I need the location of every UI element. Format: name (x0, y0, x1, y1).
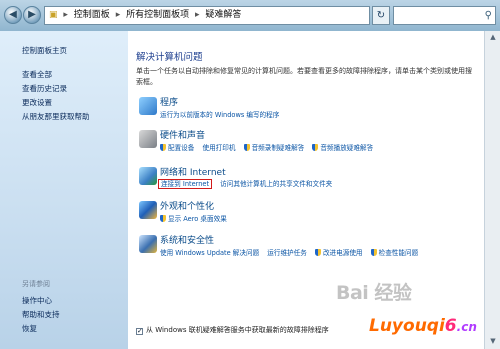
category-system-links: 使用 Windows Update 解决问题 运行维护任务 改进电源使用 检查性… (160, 247, 424, 257)
breadcrumb-all-items[interactable]: 所有控制面板项 (126, 10, 189, 20)
shield-icon (312, 144, 319, 151)
shield-icon (314, 249, 321, 256)
category-hardware-links: 配置设备 使用打印机 音频录制疑难解答 音频播放疑难解答 (160, 142, 379, 152)
sidebar-home-link[interactable]: 控制面板主页 (22, 45, 67, 56)
category-programs-title[interactable]: 程序 (160, 95, 178, 108)
online-troubleshooting-option: ✓ 从 Windows 联机疑难解答服务中获取最新的故障排除程序 (136, 325, 329, 335)
breadcrumb-separator-icon: ▸ (63, 10, 68, 20)
shield-icon (160, 144, 166, 151)
shield-icon (243, 144, 250, 151)
back-button[interactable]: ◀ (4, 6, 22, 24)
link-run-old-programs[interactable]: 运行为以前版本的 Windows 编写的程序 (160, 111, 279, 119)
address-bar-area: ◀ ▶ ▣ ▸ 控制面板 ▸ 所有控制面板项 ▸ 疑难解答 ↻ ⚲ (0, 0, 500, 31)
category-appearance-title[interactable]: 外观和个性化 (160, 199, 214, 212)
link-configure-device[interactable]: 配置设备 (160, 144, 194, 152)
category-system-title[interactable]: 系统和安全性 (160, 233, 214, 246)
forward-button[interactable]: ▶ (23, 6, 41, 24)
sidebar-item-action-center[interactable]: 操作中心 (22, 295, 52, 306)
page-title: 解决计算机问题 (136, 52, 203, 63)
link-audio-recording[interactable]: 音频录制疑难解答 (243, 144, 304, 152)
link-power[interactable]: 改进电源使用 (314, 249, 363, 257)
refresh-button[interactable]: ↻ (372, 6, 390, 25)
link-windows-update[interactable]: 使用 Windows Update 解决问题 (160, 249, 259, 257)
search-icon[interactable]: ⚲ (485, 7, 492, 24)
network-globe-icon (139, 167, 157, 185)
programs-icon (139, 97, 157, 115)
category-programs-links: 运行为以前版本的 Windows 编写的程序 (160, 109, 285, 119)
link-access-shared-files[interactable]: 访问其他计算机上的共享文件和文件夹 (220, 180, 332, 188)
vertical-scrollbar[interactable]: ▲ ▼ (484, 31, 500, 349)
sidebar: 控制面板主页 查看全部 查看历史记录 更改设置 从朋友那里获取帮助 另请参阅 操… (0, 31, 128, 349)
link-connect-internet[interactable]: 连接到 Internet (158, 179, 213, 189)
link-audio-playback[interactable]: 音频播放疑难解答 (312, 144, 373, 152)
breadcrumb-control-panel[interactable]: 控制面板 (74, 10, 110, 20)
baidu-watermark-logo: Bai 经验 (336, 282, 412, 304)
online-troubleshooting-checkbox[interactable]: ✓ (136, 328, 143, 335)
link-performance[interactable]: 检查性能问题 (370, 249, 418, 257)
sidebar-item-help-support[interactable]: 帮助和支持 (22, 309, 60, 320)
category-network-links: 连接到 Internet 访问其他计算机上的共享文件和文件夹 (158, 178, 338, 189)
address-input[interactable]: ▣ ▸ 控制面板 ▸ 所有控制面板项 ▸ 疑难解答 (44, 6, 370, 25)
main-content: 解决计算机问题 单击一个任务以自动排除和修复常见的计算机问题。若要查看更多的故障… (128, 31, 484, 349)
breadcrumb-separator-icon: ▸ (194, 10, 200, 20)
link-aero-effects[interactable]: 显示 Aero 桌面效果 (160, 215, 227, 223)
category-hardware-title[interactable]: 硬件和声音 (160, 128, 205, 141)
sidebar-item-get-help[interactable]: 从朋友那里获取帮助 (22, 111, 90, 122)
appearance-icon (139, 201, 157, 219)
category-appearance-links: 显示 Aero 桌面效果 (160, 213, 233, 223)
see-also-heading: 另请参阅 (22, 280, 50, 288)
hardware-sound-icon (139, 130, 157, 148)
sidebar-item-change-settings[interactable]: 更改设置 (22, 97, 52, 108)
sidebar-item-recovery[interactable]: 恢复 (22, 323, 37, 334)
site-watermark-logo: Luyouqi6.cn (369, 316, 477, 336)
search-input[interactable]: ⚲ (393, 6, 496, 25)
link-maintenance[interactable]: 运行维护任务 (267, 249, 307, 257)
shield-icon (370, 249, 377, 256)
system-security-icon (139, 235, 157, 253)
shield-icon (160, 215, 166, 222)
breadcrumb-separator-icon: ▸ (115, 10, 121, 20)
online-troubleshooting-label: 从 Windows 联机疑难解答服务中获取最新的故障排除程序 (146, 326, 329, 334)
folder-icon: ▣ (49, 10, 58, 20)
category-network-title[interactable]: 网络和 Internet (160, 165, 226, 178)
sidebar-item-view-all[interactable]: 查看全部 (22, 69, 52, 80)
scroll-up-icon[interactable]: ▲ (488, 33, 498, 42)
scroll-down-icon[interactable]: ▼ (488, 337, 498, 346)
page-description: 单击一个任务以自动排除和修复常见的计算机问题。若要查看更多的故障排除程序，请单击… (136, 67, 472, 86)
link-use-printer[interactable]: 使用打印机 (202, 144, 235, 152)
sidebar-item-history[interactable]: 查看历史记录 (22, 83, 67, 94)
breadcrumb-troubleshooting[interactable]: 疑难解答 (205, 10, 241, 20)
